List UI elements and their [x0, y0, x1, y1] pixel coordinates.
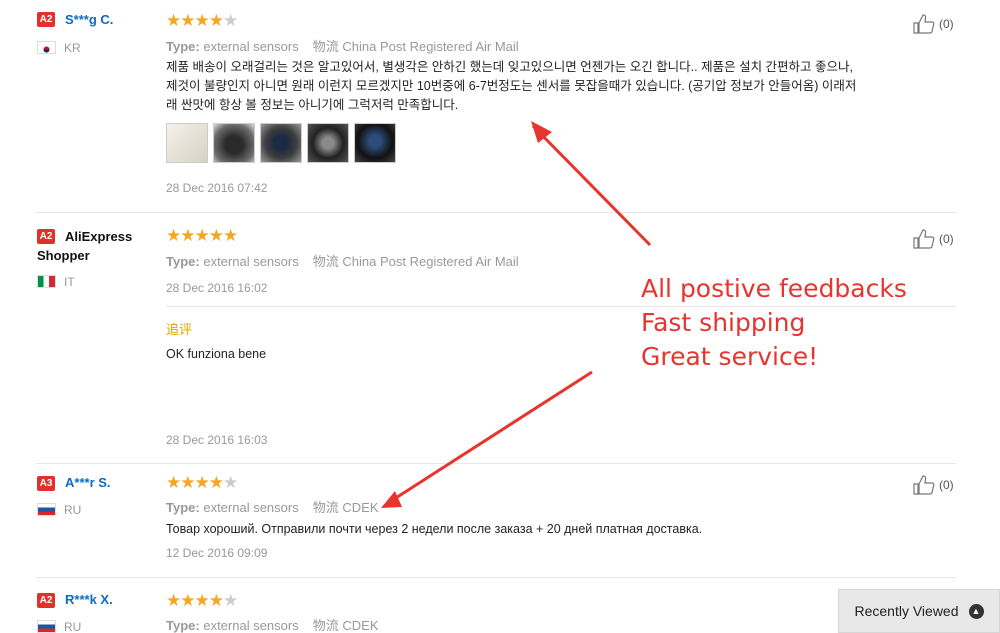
country-code: RU: [64, 503, 82, 517]
buyer-name[interactable]: S***g C.: [65, 12, 113, 27]
review-text: 제품 배송이 오래걸리는 것은 알고있어서, 별생각은 안하긴 했는데 잊고있으…: [166, 60, 857, 112]
country-code: RU: [64, 620, 82, 633]
country-code: IT: [64, 275, 75, 289]
review-meta: Type: external sensors 物流 CDEK: [166, 618, 379, 633]
annotation-line: Great service!: [641, 342, 819, 371]
buyer-name-continued: Shopper: [37, 248, 90, 263]
recently-viewed-button[interactable]: Recently Viewed ▲: [838, 589, 1000, 633]
helpful-vote-button[interactable]: (0): [913, 229, 954, 249]
country-code: KR: [64, 41, 81, 55]
buyer-level-badge: A3: [37, 476, 55, 491]
thumbs-up-icon: [913, 229, 935, 249]
review-meta: Type: external sensors 物流 China Post Regi…: [166, 254, 519, 269]
star-rating: ★★★★★: [166, 591, 238, 610]
annotation-line: All postive feedbacks: [641, 274, 907, 303]
review-item: A2 S***g C. KR ★★★★★ Type: external sens…: [0, 0, 1000, 212]
buyer-name[interactable]: AliExpress: [65, 227, 132, 246]
helpful-vote-button[interactable]: (0): [913, 14, 954, 34]
review-photo-thumbnail[interactable]: [166, 123, 208, 163]
review-date: 12 Dec 2016 09:09: [166, 546, 268, 560]
review-item: A3 A***r S. RU ★★★★★ Type: external sens…: [0, 464, 1000, 577]
recently-viewed-label: Recently Viewed: [854, 603, 959, 619]
buyer-name[interactable]: R***k X.: [65, 592, 113, 607]
additional-feedback-date: 28 Dec 2016 16:03: [166, 433, 268, 447]
annotation-text: All postive feedbacks Fast shipping Grea…: [641, 272, 907, 374]
review-meta: Type: external sensors 物流 CDEK: [166, 500, 379, 515]
review-photo-thumbnail[interactable]: [260, 123, 302, 163]
review-photo-thumbnail[interactable]: [307, 123, 349, 163]
review-meta: Type: external sensors 物流 China Post Regi…: [166, 39, 519, 54]
flag-ru-icon: [37, 620, 56, 633]
review-date: 28 Dec 2016 07:42: [166, 181, 268, 195]
additional-feedback-text: OK funziona bene: [166, 347, 267, 361]
helpful-vote-button[interactable]: (0): [913, 475, 954, 495]
review-text: Товар хороший. Отправили почти через 2 н…: [166, 522, 703, 536]
flag-kr-icon: [37, 41, 56, 54]
chevron-up-icon: ▲: [968, 603, 984, 619]
star-rating: ★★★★★: [166, 473, 238, 492]
star-rating: ★★★★★: [166, 11, 238, 30]
additional-feedback-label: 追评: [166, 322, 193, 337]
review-photo-thumbnail[interactable]: [354, 123, 396, 163]
thumbs-up-icon: [913, 475, 935, 495]
buyer-level-badge: A2: [37, 593, 55, 608]
review-photo-thumbnail[interactable]: [213, 123, 255, 163]
flag-ru-icon: [37, 503, 56, 516]
buyer-name[interactable]: A***r S.: [65, 475, 111, 490]
review-photos: [166, 123, 396, 163]
star-rating: ★★★★★: [166, 226, 238, 245]
annotation-line: Fast shipping: [641, 308, 806, 337]
buyer-level-badge: A2: [37, 12, 55, 27]
thumbs-up-icon: [913, 14, 935, 34]
review-date: 28 Dec 2016 16:02: [166, 281, 268, 295]
buyer-level-badge: A2: [37, 229, 55, 244]
flag-it-icon: [37, 275, 56, 288]
